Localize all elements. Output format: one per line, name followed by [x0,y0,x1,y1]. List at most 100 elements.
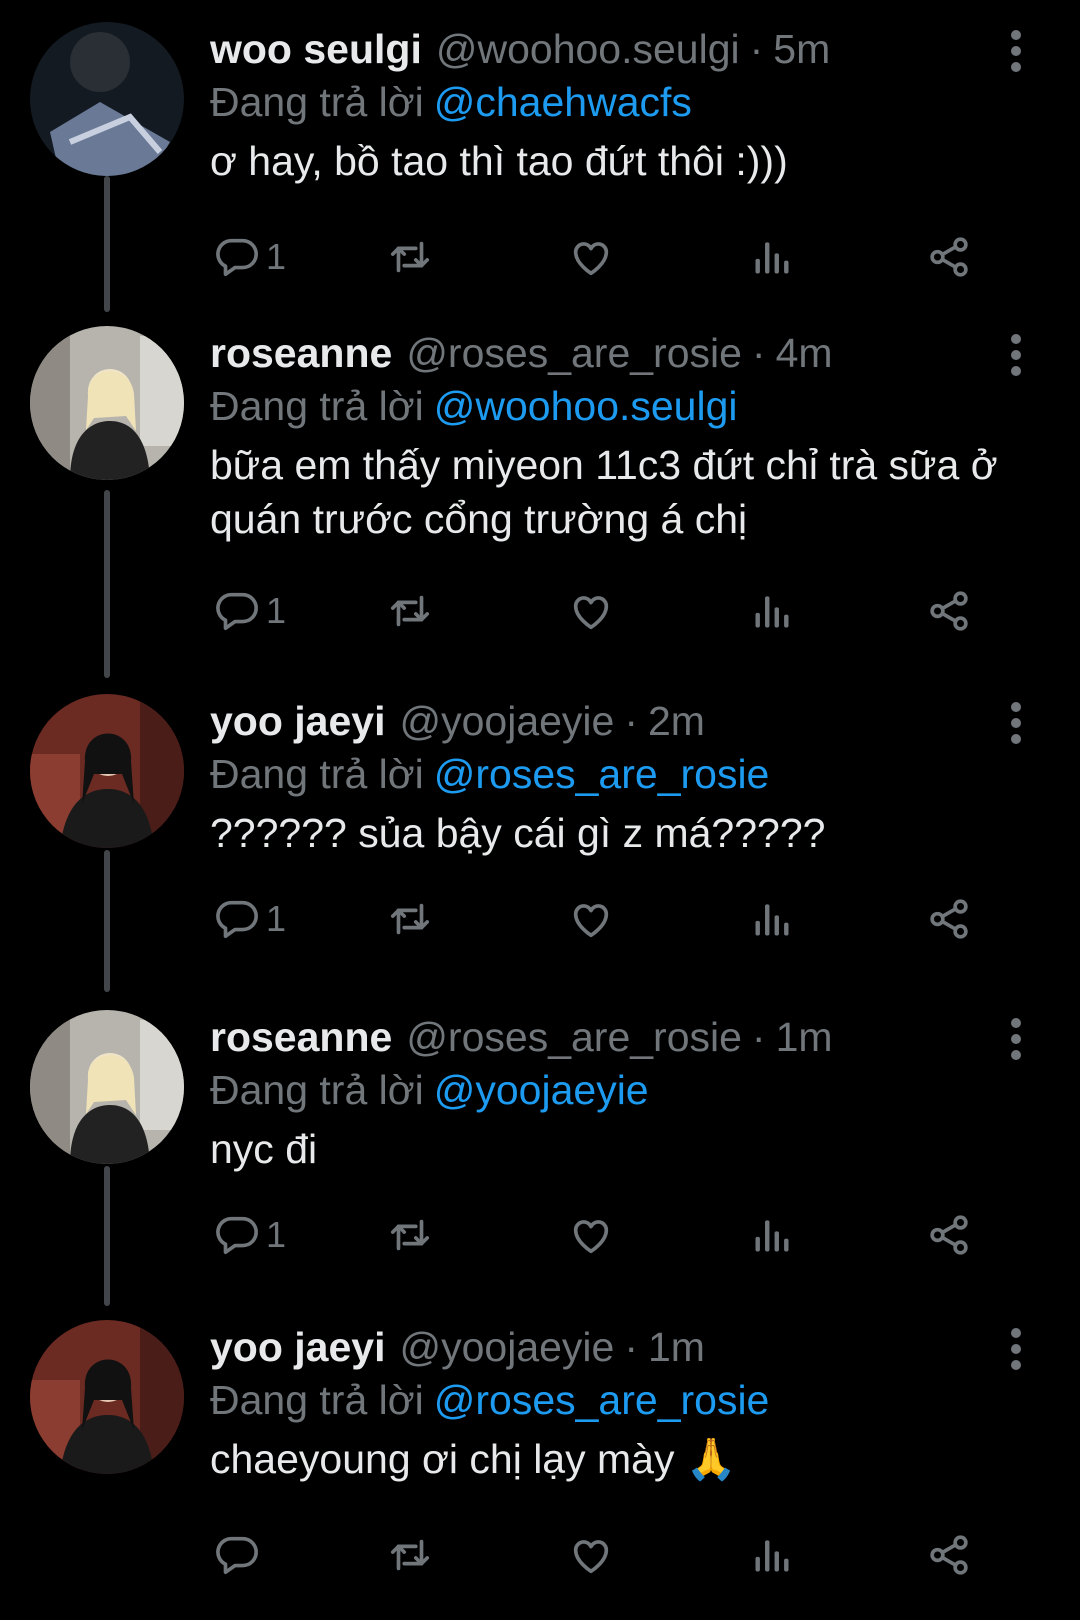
user-handle[interactable]: @yoojaeyie [399,1324,614,1371]
reply-button[interactable]: 1 [214,232,286,282]
mention-link[interactable]: @roses_are_rosie [434,751,770,797]
like-button[interactable] [568,586,614,636]
tweet-header: roseanne @roses_are_rosie · 4m [210,330,833,378]
retweet-icon [390,595,430,627]
retweet-button[interactable] [386,1210,434,1260]
retweet-button[interactable] [386,1530,434,1580]
more-vertical-icon[interactable] [1004,1328,1028,1372]
share-icon [930,899,968,939]
user-handle[interactable]: @roses_are_rosie [406,1014,742,1061]
retweet-icon [390,1219,430,1251]
reply-count: 1 [266,898,287,939]
avatar[interactable] [30,1010,184,1164]
thread-connector [104,850,110,992]
replying-prefix: Đang trả lời [210,1067,424,1113]
timestamp[interactable]: 1m [776,1014,833,1061]
timestamp[interactable]: 2m [648,698,705,745]
mention-link[interactable]: @chaehwacfs [434,79,692,125]
retweet-button[interactable] [386,894,434,944]
share-button[interactable] [926,894,972,944]
reply-button[interactable]: 1 [214,1210,286,1260]
reply-icon [216,238,258,277]
retweet-button[interactable] [386,586,434,636]
more-vertical-icon[interactable] [1004,702,1028,746]
replying-to: Đang trả lời @yoojaeyie [210,1067,649,1114]
display-name[interactable]: yoo jaeyi [210,698,385,745]
tweet-text: bữa em thấy miyeon 11c3 đứt chỉ trà sữa … [210,442,998,542]
views-button[interactable] [750,1210,794,1260]
analytics-icon [755,904,789,936]
display-name[interactable]: roseanne [210,1014,392,1061]
action-bar: 1 [210,586,1030,636]
reply-button[interactable] [214,1530,266,1580]
user-handle[interactable]: @roses_are_rosie [406,330,742,377]
separator-dot: · [624,698,638,744]
share-button[interactable] [926,232,972,282]
more-vertical-icon[interactable] [1004,1018,1028,1062]
thread-connector [104,176,110,312]
replying-to: Đang trả lời @roses_are_rosie [210,751,769,798]
tweet-header: roseanne @roses_are_rosie · 1m [210,1014,833,1062]
replying-to: Đang trả lời @woohoo.seulgi [210,383,738,430]
reply-icon [216,900,258,939]
share-button[interactable] [926,1210,972,1260]
tweet-text: ?????? sủa bậy cái gì z má????? [210,810,826,856]
action-bar: 1 [210,232,1030,282]
tweet-text: nyc đi [210,1126,318,1172]
replying-prefix: Đang trả lời [210,383,424,429]
retweet-button[interactable] [386,232,434,282]
share-icon [930,1215,968,1255]
heart-icon [573,242,609,276]
heart-icon [573,1540,609,1574]
views-button[interactable] [750,586,794,636]
separator-dot: · [751,1014,766,1060]
reply-count: 1 [266,590,287,631]
mention-link[interactable]: @roses_are_rosie [434,1377,770,1423]
reply-button[interactable]: 1 [214,586,286,636]
avatar[interactable] [30,22,184,176]
timestamp[interactable]: 1m [648,1324,705,1371]
share-icon [930,1535,968,1575]
timestamp[interactable]: 5m [773,26,830,73]
more-vertical-icon[interactable] [1004,30,1028,74]
retweet-icon [390,903,430,935]
views-button[interactable] [750,232,794,282]
views-button[interactable] [750,894,794,944]
reply-icon [216,1536,258,1575]
replying-prefix: Đang trả lời [210,751,424,797]
thread: woo seulgi @woohoo.seulgi · 5m Đang trả … [0,0,1080,1620]
share-button[interactable] [926,586,972,636]
reply-count: 1 [266,236,287,277]
mention-link[interactable]: @yoojaeyie [434,1067,649,1113]
avatar[interactable] [30,1320,184,1474]
share-icon [930,591,968,631]
mention-link[interactable]: @woohoo.seulgi [434,383,738,429]
more-vertical-icon[interactable] [1004,334,1028,378]
reply-icon [216,1216,258,1255]
like-button[interactable] [568,894,614,944]
user-handle[interactable]: @woohoo.seulgi [436,26,740,73]
like-button[interactable] [568,1530,614,1580]
action-bar: 1 [210,894,1030,944]
separator-dot: · [624,1324,638,1370]
reply-button[interactable]: 1 [214,894,286,944]
like-button[interactable] [568,232,614,282]
display-name[interactable]: woo seulgi [210,26,422,73]
heart-icon [573,1220,609,1254]
avatar[interactable] [30,326,184,480]
display-name[interactable]: yoo jaeyi [210,1324,385,1371]
analytics-icon [755,596,789,628]
user-handle[interactable]: @yoojaeyie [399,698,614,745]
timestamp[interactable]: 4m [776,330,833,377]
replying-to: Đang trả lời @chaehwacfs [210,79,692,126]
avatar[interactable] [30,694,184,848]
separator-dot: · [749,26,764,72]
replying-to: Đang trả lời @roses_are_rosie [210,1377,769,1424]
heart-icon [573,596,609,630]
retweet-icon [390,1539,430,1571]
like-button[interactable] [568,1210,614,1260]
display-name[interactable]: roseanne [210,330,392,377]
views-button[interactable] [750,1530,794,1580]
share-button[interactable] [926,1530,972,1580]
share-icon [930,237,968,277]
